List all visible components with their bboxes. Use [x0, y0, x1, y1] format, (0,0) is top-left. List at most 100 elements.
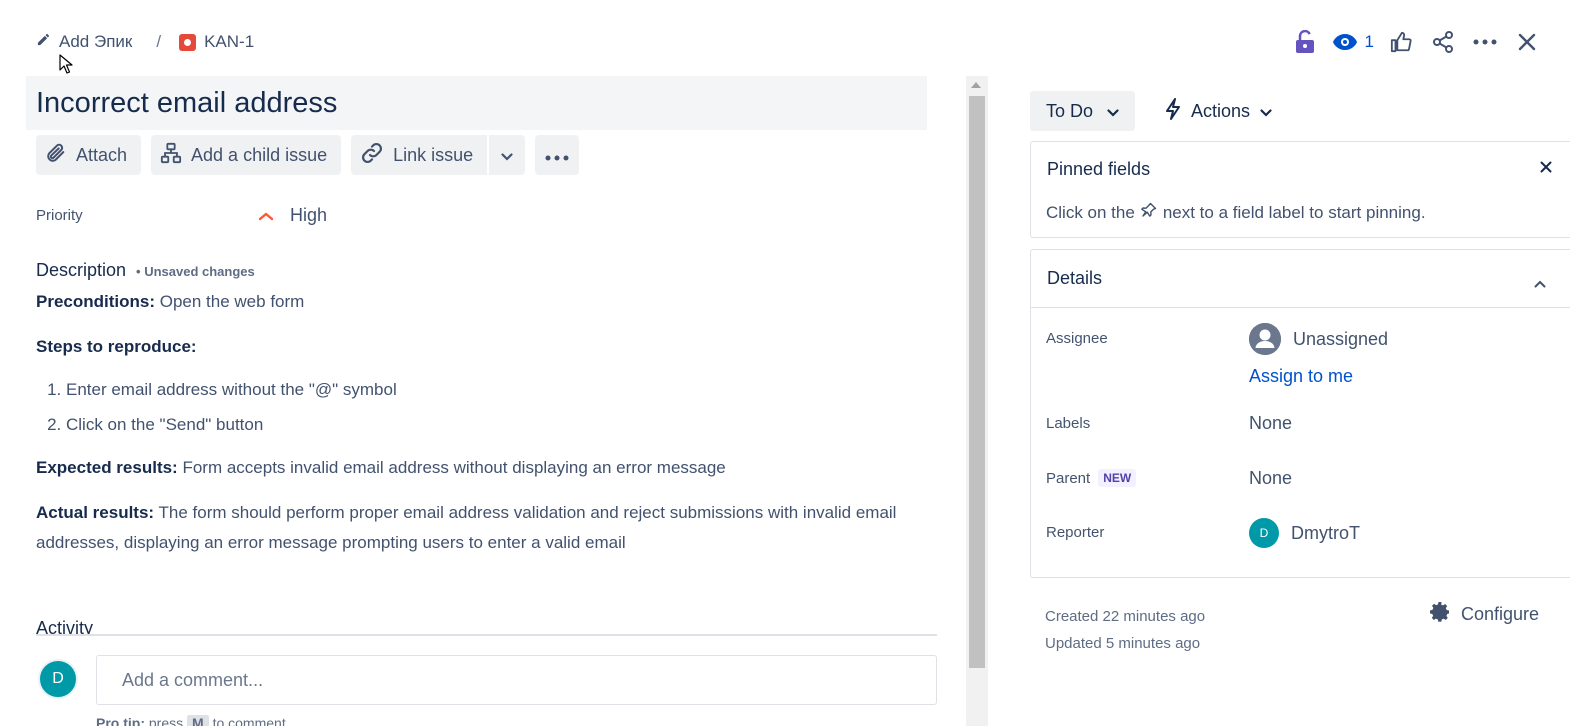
priority-field: Priority — [36, 207, 83, 224]
priority-value[interactable]: High — [258, 205, 327, 226]
close-icon — [1540, 160, 1552, 177]
details-header[interactable]: Details — [1031, 250, 1570, 308]
paperclip-icon — [45, 142, 67, 169]
updated-timestamp: Updated 5 minutes ago — [1045, 635, 1201, 652]
reporter-label: Reporter — [1046, 524, 1105, 541]
parent-value[interactable]: None — [1249, 468, 1292, 489]
pro-tip: Pro tip: press M to comment — [96, 715, 286, 726]
reporter-value[interactable]: D DmytroT — [1249, 518, 1360, 548]
add-epic-link[interactable]: Add Эпик — [36, 32, 132, 52]
attach-label: Attach — [76, 144, 128, 165]
share-button[interactable] — [1422, 26, 1464, 58]
unassigned-avatar-icon — [1249, 323, 1281, 355]
preconditions-label: Preconditions: — [36, 292, 156, 311]
preconditions-paragraph: Preconditions: Open the web form — [36, 291, 926, 313]
preconditions-text: Open the web form — [155, 292, 305, 311]
pinned-hint-before: Click on the — [1046, 202, 1135, 222]
add-child-label: Add a child issue — [191, 144, 328, 165]
actions-dropdown[interactable]: Actions — [1155, 91, 1282, 131]
close-icon — [1517, 32, 1537, 52]
issue-meta: Created 22 minutes ago Updated 5 minutes… — [1045, 603, 1205, 657]
configure-label: Configure — [1461, 604, 1540, 624]
description-header: Description • Unsaved changes — [36, 260, 255, 281]
actual-paragraph: Actual results: The form should perform … — [36, 498, 926, 558]
activity-heading: Activity — [36, 618, 937, 636]
more-actions-button[interactable] — [1464, 26, 1506, 58]
toolbar-more-button[interactable] — [535, 135, 580, 175]
reporter-name: DmytroT — [1291, 522, 1360, 543]
actions-label: Actions — [1191, 100, 1251, 121]
more-horizontal-icon — [1473, 39, 1497, 45]
issue-title-field[interactable]: Incorrect email address — [26, 76, 927, 130]
scrollbar[interactable] — [966, 76, 988, 726]
share-icon — [1431, 30, 1455, 54]
scrollbar-thumb[interactable] — [969, 96, 985, 668]
avatar: D — [1249, 518, 1279, 548]
pro-tip-prefix: Pro tip: — [96, 715, 145, 726]
thumbs-up-icon — [1390, 31, 1412, 53]
vote-button[interactable] — [1380, 26, 1422, 58]
issue-toolbar: Attach Add a child issue Link issue — [36, 135, 580, 175]
steps-label: Steps to reproduce: — [36, 337, 197, 356]
list-item: Click on the "Send" button — [66, 414, 926, 436]
bug-icon — [179, 33, 197, 51]
steps-list: Enter email address without the "@" symb… — [66, 379, 926, 436]
issue-key-link[interactable]: KAN-1 — [179, 32, 254, 52]
assignee-name: Unassigned — [1293, 328, 1389, 349]
unsaved-changes-badge: • Unsaved changes — [136, 264, 255, 279]
labels-value[interactable]: None — [1249, 413, 1292, 434]
parent-label-row: Parent NEW — [1046, 469, 1137, 487]
link-icon — [360, 141, 384, 170]
status-row: To Do Actions — [1030, 91, 1282, 131]
watch-count: 1 — [1364, 32, 1374, 51]
status-label: To Do — [1046, 100, 1094, 121]
more-horizontal-icon — [545, 145, 569, 166]
status-dropdown[interactable]: To Do — [1030, 91, 1136, 131]
details-heading: Details — [1047, 268, 1103, 288]
attach-button[interactable]: Attach — [36, 135, 142, 175]
description-heading: Description — [36, 260, 127, 280]
configure-button[interactable]: Configure — [1428, 600, 1539, 629]
pinned-hint-after: next to a field label to start pinning. — [1162, 202, 1426, 222]
assignee-value[interactable]: Unassigned — [1249, 323, 1388, 355]
scroll-up-arrow-icon[interactable] — [971, 82, 981, 88]
details-panel: Details Assignee Unassigned Assign to me… — [1030, 249, 1570, 578]
description-body[interactable]: Preconditions: Open the web form Steps t… — [36, 291, 926, 581]
gear-icon — [1428, 600, 1452, 629]
eye-icon — [1332, 33, 1358, 51]
priority-value-text: High — [290, 205, 328, 225]
assignee-label: Assignee — [1046, 330, 1108, 347]
expected-paragraph: Expected results: Form accepts invalid e… — [36, 457, 926, 479]
add-child-issue-button[interactable]: Add a child issue — [151, 135, 342, 175]
unlock-icon — [1295, 30, 1315, 54]
actual-label: Actual results: — [36, 503, 155, 522]
mouse-cursor-icon — [59, 54, 73, 79]
expected-text: Form accepts invalid email address witho… — [177, 458, 726, 477]
lightning-icon — [1165, 97, 1181, 125]
link-issue-button[interactable]: Link issue — [351, 135, 488, 175]
chevron-down-icon — [501, 145, 513, 166]
labels-label: Labels — [1046, 415, 1091, 432]
pin-icon — [1140, 202, 1157, 223]
chevron-down-icon — [1260, 101, 1272, 122]
comment-input[interactable]: Add a comment... — [96, 655, 937, 705]
watch-button[interactable]: 1 — [1326, 26, 1380, 58]
close-issue-button[interactable] — [1506, 26, 1548, 58]
restrictions-button[interactable] — [1284, 26, 1326, 58]
priority-label: Priority — [36, 207, 83, 224]
pencil-icon — [36, 32, 51, 52]
chevron-up-icon — [1534, 272, 1546, 293]
breadcrumb: Add Эпик / KAN-1 — [36, 29, 254, 55]
created-timestamp: Created 22 minutes ago — [1045, 608, 1206, 625]
new-badge: NEW — [1098, 469, 1137, 487]
link-issue-label: Link issue — [393, 144, 474, 165]
close-pinned-button[interactable] — [1540, 160, 1552, 178]
assign-to-me-link[interactable]: Assign to me — [1249, 366, 1353, 387]
priority-high-icon — [258, 205, 274, 226]
link-issue-dropdown[interactable] — [489, 135, 526, 175]
pinned-fields-hint: Click on the next to a field label to st… — [1046, 202, 1426, 223]
list-item: Enter email address without the "@" symb… — [66, 379, 926, 401]
issue-title: Incorrect email address — [36, 87, 338, 119]
steps-paragraph: Steps to reproduce: — [36, 336, 926, 358]
expected-label: Expected results: — [36, 458, 178, 477]
